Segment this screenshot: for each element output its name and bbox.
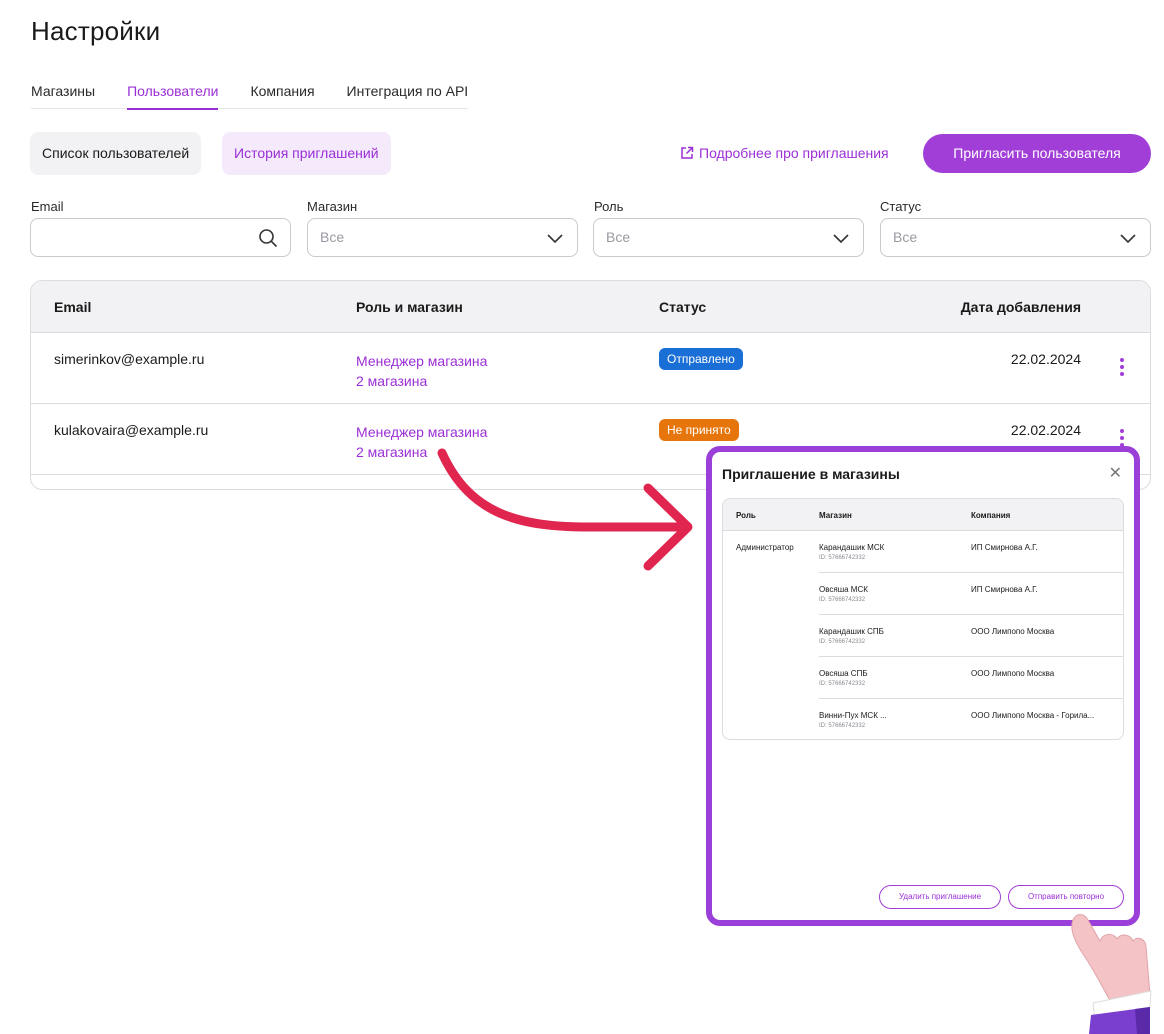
- delete-invitation-button[interactable]: Удалить приглашение: [879, 885, 1001, 909]
- header-email: Email: [54, 299, 92, 315]
- modal-store-row: Овсяша СПБ ID: 57666742332 ООО Лимпопо М…: [819, 657, 1123, 699]
- more-options-icon[interactable]: [1120, 358, 1126, 379]
- store-id: ID: 57666742332: [819, 639, 866, 645]
- status-badge: Отправлено: [659, 348, 743, 370]
- store-filter-label: Магазин: [307, 199, 358, 214]
- tab-api-integration[interactable]: Интеграция по API: [347, 82, 469, 109]
- chevron-down-icon: [547, 234, 563, 244]
- company-name: ООО Лимпопо Москва - Горила...: [971, 711, 1095, 720]
- table-row[interactable]: simerinkov@example.ru Менеджер магазина …: [31, 333, 1150, 404]
- invitation-modal: Приглашение в магазины ✕ Роль Магазин Ко…: [706, 446, 1140, 926]
- header-role-store: Роль и магазин: [356, 299, 463, 315]
- external-link-icon: [681, 146, 694, 159]
- invitations-info-link[interactable]: Подробнее про приглашения: [680, 145, 889, 161]
- table-header: Email Роль и магазин Статус Дата добавле…: [31, 281, 1150, 333]
- modal-header-store: Магазин: [819, 511, 852, 520]
- company-name: ИП Смирнова А.Г.: [971, 585, 1038, 594]
- row-email: simerinkov@example.ru: [54, 351, 205, 367]
- email-filter-label: Email: [31, 199, 64, 214]
- store-id: ID: 57666742332: [819, 597, 866, 603]
- chevron-down-icon: [1120, 234, 1136, 244]
- users-list-segment[interactable]: Список пользователей: [30, 132, 202, 175]
- store-filter-select[interactable]: Все: [307, 218, 578, 257]
- page-title: Настройки: [31, 16, 161, 46]
- status-badge: Не принято: [659, 419, 739, 441]
- modal-header-role: Роль: [736, 511, 756, 520]
- company-name: ООО Лимпопо Москва: [971, 669, 1055, 678]
- invitations-info-label: Подробнее про приглашения: [699, 145, 889, 161]
- store-name: Винни-Пух МСК ...: [819, 711, 887, 720]
- curved-arrow-icon: [437, 448, 693, 571]
- header-date: Дата добавления: [960, 299, 1081, 315]
- store-name: Карандашик СПБ: [819, 627, 884, 636]
- settings-tabs: Магазины Пользователи Компания Интеграци…: [31, 82, 469, 110]
- header-status: Статус: [659, 299, 707, 315]
- status-filter-label: Статус: [880, 199, 922, 214]
- modal-header-company: Компания: [971, 511, 1011, 520]
- store-name: Карандашик МСК: [819, 543, 885, 552]
- email-search-input[interactable]: [30, 218, 291, 257]
- tab-company[interactable]: Компания: [250, 82, 314, 109]
- modal-title: Приглашение в магазины: [722, 466, 900, 482]
- row-role-store-link[interactable]: Менеджер магазина 2 магазина: [356, 351, 487, 391]
- invite-user-button[interactable]: Пригласить пользователя: [923, 134, 1151, 173]
- company-name: ИП Смирнова А.Г.: [971, 543, 1038, 552]
- store-id: ID: 57666742332: [819, 723, 866, 729]
- tab-users[interactable]: Пользователи: [127, 82, 219, 110]
- role-filter-label: Роль: [594, 199, 624, 214]
- row-role: Менеджер магазина: [356, 424, 488, 440]
- modal-store-row: Овсяша МСК ID: 57666742332 ИП Смирнова А…: [819, 573, 1123, 615]
- store-name: Овсяша СПБ: [819, 669, 868, 678]
- modal-store-row: Винни-Пух МСК ... ID: 57666742332 ООО Ли…: [819, 699, 1123, 739]
- pointing-hand-icon: [1071, 914, 1152, 1034]
- modal-store-row: Карандашик МСК ID: 57666742332 ИП Смирно…: [819, 531, 1123, 573]
- tab-stores[interactable]: Магазины: [31, 82, 95, 109]
- row-date: 22.02.2024: [1010, 422, 1081, 438]
- store-id: ID: 57666742332: [819, 681, 866, 687]
- close-icon[interactable]: ✕: [1109, 463, 1122, 483]
- row-role: Менеджер магазина: [356, 353, 488, 369]
- modal-store-row: Карандашик СПБ ID: 57666742332 ООО Лимпо…: [819, 615, 1123, 657]
- invitation-history-segment[interactable]: История приглашений: [222, 132, 391, 175]
- store-name: Овсяша МСК: [819, 585, 868, 594]
- row-date: 22.02.2024: [1010, 351, 1081, 367]
- search-icon[interactable]: [258, 228, 278, 248]
- row-email: kulakovaira@example.ru: [54, 422, 209, 438]
- chevron-down-icon: [833, 234, 849, 244]
- modal-stores-table: Роль Магазин Компания Администратор Кара…: [722, 498, 1124, 740]
- row-stores-count: 2 магазина: [356, 373, 428, 389]
- store-id: ID: 57666742332: [819, 555, 866, 561]
- modal-role: Администратор: [736, 543, 794, 552]
- status-filter-select[interactable]: Все: [880, 218, 1151, 257]
- company-name: ООО Лимпопо Москва: [971, 627, 1055, 636]
- role-filter-select[interactable]: Все: [593, 218, 864, 257]
- modal-table-header: Роль Магазин Компания: [723, 499, 1123, 531]
